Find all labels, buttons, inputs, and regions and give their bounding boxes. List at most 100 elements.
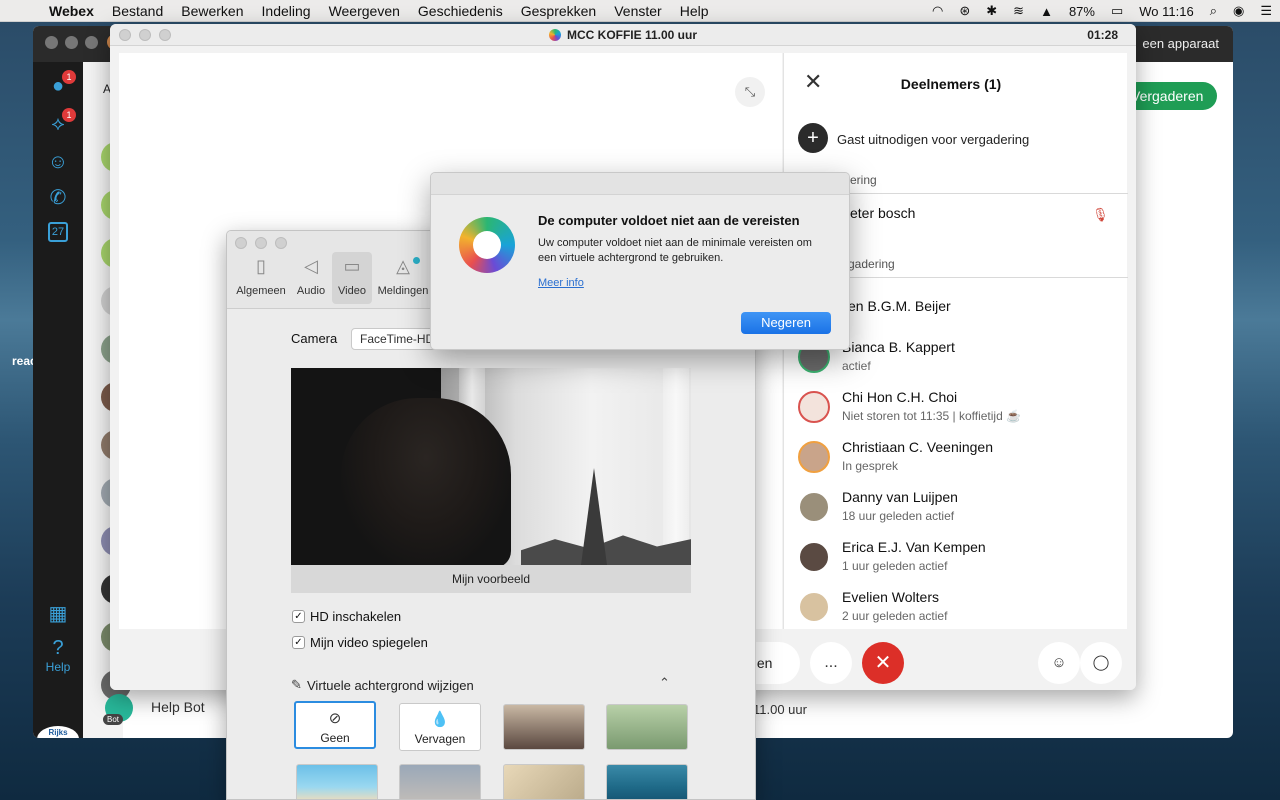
- participants-icon[interactable]: ☺: [1038, 642, 1080, 684]
- bg-option-light-shadows[interactable]: [503, 764, 585, 799]
- participant-name: Erica E.J. Van Kempen: [842, 539, 986, 555]
- menu-weergeven[interactable]: Weergeven: [320, 3, 409, 19]
- participant-status: 1 uur geleden actief: [842, 559, 948, 573]
- bg-option-label: Geen: [320, 731, 350, 745]
- mirror-label[interactable]: Mijn video spiegelen: [310, 635, 428, 650]
- hd-checkbox[interactable]: ✓: [292, 610, 305, 623]
- siri-icon[interactable]: ◉: [1225, 3, 1252, 19]
- close-window-button[interactable]: [45, 36, 58, 49]
- apps-icon[interactable]: ▦: [46, 602, 70, 626]
- ignore-button[interactable]: Negeren: [741, 312, 831, 334]
- help-icon[interactable]: ?: [46, 636, 70, 660]
- meeting-time-text: 11.00 uur: [753, 702, 807, 717]
- tab-label: Audio: [296, 285, 326, 297]
- calendar-icon[interactable]: 27: [48, 222, 68, 242]
- zoom-window-button[interactable]: [275, 237, 287, 249]
- more-options-button[interactable]: ...: [810, 642, 852, 684]
- preview-caption: Mijn voorbeeld: [291, 565, 691, 593]
- zoom-window-button[interactable]: [85, 36, 98, 49]
- tab-label: Meldingen: [377, 285, 429, 297]
- contacts-icon[interactable]: ☺: [46, 150, 70, 174]
- battery-icon[interactable]: ▭: [1103, 3, 1131, 19]
- mic-muted-icon[interactable]: 🎙: [1092, 207, 1109, 223]
- camera-preview: Mijn voorbeeld: [291, 368, 691, 593]
- device-connect-label[interactable]: een apparaat: [1142, 36, 1219, 51]
- tab-label: Algemeen: [236, 285, 286, 297]
- menu-gesprekken[interactable]: Gesprekken: [512, 3, 605, 19]
- mirror-checkbox[interactable]: ✓: [292, 636, 305, 649]
- tab-video[interactable]: ▭ Video: [332, 252, 372, 304]
- dialog-body: Uw computer voldoet niet aan de minimale…: [538, 237, 812, 264]
- bluetooth-icon[interactable]: ✱: [978, 3, 1005, 19]
- avatar: [798, 541, 830, 573]
- status-area: ◠ ⊛ ✱ ≋ ▲ 87% ▭ Wo 11:16 ⌕ ◉ ☰: [924, 0, 1280, 22]
- menu-geschiedenis[interactable]: Geschiedenis: [409, 3, 512, 19]
- minimize-window-button[interactable]: [255, 237, 267, 249]
- tab-label: Video: [338, 285, 366, 297]
- rijks-video-logo: Rijks Video: [37, 726, 79, 738]
- bell-icon: ◬: [396, 256, 410, 276]
- help-bot-name[interactable]: Help Bot: [151, 699, 205, 715]
- participant-status: actief: [842, 359, 871, 373]
- tab-audio[interactable]: ◁ Audio: [283, 253, 339, 297]
- wifi-icon[interactable]: ≋: [1005, 3, 1032, 19]
- avatar: [798, 441, 830, 473]
- participant-status: Niet storen tot 11:35 | koffietijd ☕: [842, 409, 1022, 423]
- list-item[interactable]: Danny van Luijpen 18 uur geleden actief: [784, 489, 1128, 539]
- chevron-up-icon[interactable]: ⌃: [659, 675, 670, 691]
- more-info-link[interactable]: Meer info: [538, 277, 584, 289]
- speaker-icon: ◁: [304, 256, 318, 276]
- teams-badge: 1: [62, 108, 76, 122]
- airplay-icon[interactable]: ▲: [1032, 4, 1061, 19]
- tab-meldingen[interactable]: ◬ Meldingen: [375, 253, 431, 297]
- menu-bewerken[interactable]: Bewerken: [172, 3, 252, 19]
- participant-name: Bianca B. Kappert: [842, 339, 955, 355]
- participant-name: eter bosch: [850, 205, 916, 221]
- bg-option-mountains[interactable]: [606, 764, 688, 799]
- phone-icon: ▯: [256, 256, 266, 276]
- bg-option-none[interactable]: ⊘ Geen: [294, 701, 376, 749]
- bg-option-blurred-office[interactable]: [399, 764, 481, 799]
- battery-percent[interactable]: 87%: [1061, 4, 1103, 19]
- expand-icon[interactable]: ⤡: [735, 77, 765, 107]
- preview-curtain: [663, 368, 689, 565]
- virtual-background-header[interactable]: Virtuele achtergrond wijzigen: [307, 678, 474, 693]
- section-not-in-meeting: rgadering: [844, 257, 895, 271]
- menu-venster[interactable]: Venster: [605, 3, 670, 19]
- minimize-window-button[interactable]: [65, 36, 78, 49]
- menu-help[interactable]: Help: [671, 3, 718, 19]
- avatar: [798, 491, 830, 523]
- bg-option-beach[interactable]: [296, 764, 378, 799]
- spotlight-icon[interactable]: ⌕: [1202, 3, 1225, 19]
- webex-status-icon[interactable]: ◠: [924, 3, 951, 19]
- chat-icon[interactable]: ◯: [1080, 642, 1122, 684]
- tab-algemeen[interactable]: ▯ Algemeen: [233, 253, 289, 297]
- section-in-meeting: ering: [850, 173, 877, 187]
- bot-tag: Bot: [103, 714, 124, 725]
- clock[interactable]: Wo 11:16: [1131, 4, 1201, 19]
- camera-icon: ▭: [343, 256, 361, 276]
- bg-option-living-room[interactable]: [503, 704, 585, 750]
- menu-bestand[interactable]: Bestand: [103, 3, 172, 19]
- close-window-button[interactable]: [235, 237, 247, 249]
- list-item[interactable]: Christiaan C. Veeningen In gesprek: [784, 439, 1128, 489]
- participant-status: In gesprek: [842, 459, 899, 473]
- invite-guest-link[interactable]: Gast uitnodigen voor vergadering: [837, 132, 1029, 147]
- join-meeting-button[interactable]: Vergaderen: [1123, 82, 1217, 110]
- help-label[interactable]: Help: [33, 660, 83, 674]
- bg-option-garden[interactable]: [606, 704, 688, 750]
- creative-cloud-icon[interactable]: ⊛: [951, 3, 978, 19]
- list-item[interactable]: Chi Hon C.H. Choi Niet storen tot 11:35 …: [784, 389, 1128, 439]
- hd-label[interactable]: HD inschakelen: [310, 609, 401, 624]
- calls-icon[interactable]: ✆: [46, 186, 70, 210]
- bg-option-blur[interactable]: 💧 Vervagen: [399, 703, 481, 751]
- meeting-timer: 01:28: [1087, 28, 1118, 42]
- menu-indeling[interactable]: Indeling: [253, 3, 320, 19]
- invite-plus-icon[interactable]: +: [798, 123, 828, 153]
- menu-app[interactable]: Webex: [40, 3, 103, 19]
- menu-bar: Webex Bestand Bewerken Indeling Weergeve…: [0, 0, 1280, 22]
- list-item[interactable]: Erica E.J. Van Kempen 1 uur geleden acti…: [784, 539, 1128, 589]
- notification-center-icon[interactable]: ☰: [1252, 3, 1280, 19]
- preview-person: [341, 398, 511, 568]
- leave-meeting-button[interactable]: ✕: [862, 642, 904, 684]
